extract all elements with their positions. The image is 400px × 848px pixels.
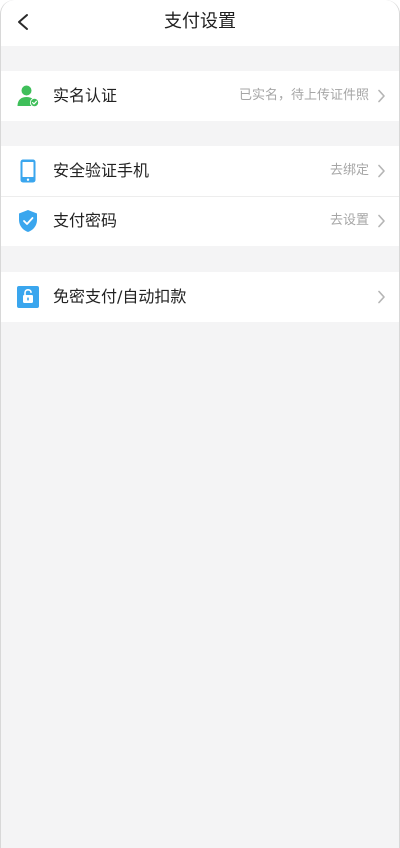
back-button[interactable] [9, 6, 43, 40]
phone-icon [16, 159, 40, 183]
payment-password-row[interactable]: 支付密码 去设置 [1, 196, 399, 246]
row-value: 去设置 [329, 213, 369, 228]
verification-group: 实名认证 已实名，待上传证件照 [1, 71, 399, 121]
chevron-right-icon [377, 214, 386, 228]
back-arrow-icon [18, 14, 28, 30]
user-verified-icon [16, 84, 40, 108]
row-label: 安全验证手机 [53, 161, 150, 180]
row-label: 免密支付/自动扣款 [53, 287, 187, 306]
payment-settings-screen: 支付设置 实名认证 已实名，待上传证件照 安全验证手机 去绑定 支付密码 去设置… [0, 0, 400, 848]
shield-check-icon [16, 209, 40, 233]
row-label: 实名认证 [53, 86, 118, 105]
real-name-verification-row[interactable]: 实名认证 已实名，待上传证件照 [1, 71, 399, 121]
row-label: 支付密码 [53, 211, 118, 230]
auto-payment-group: 免密支付/自动扣款 [1, 272, 399, 322]
unlock-icon [16, 285, 40, 309]
row-value: 已实名，待上传证件照 [238, 88, 369, 103]
chevron-right-icon [377, 290, 386, 304]
row-value: 去绑定 [329, 163, 369, 178]
navigation-bar: 支付设置 [1, 0, 399, 46]
chevron-right-icon [377, 89, 386, 103]
security-group: 安全验证手机 去绑定 支付密码 去设置 [1, 146, 399, 246]
security-phone-row[interactable]: 安全验证手机 去绑定 [1, 146, 399, 196]
password-free-payment-row[interactable]: 免密支付/自动扣款 [1, 272, 399, 322]
chevron-right-icon [377, 164, 386, 178]
page-title: 支付设置 [164, 11, 236, 32]
